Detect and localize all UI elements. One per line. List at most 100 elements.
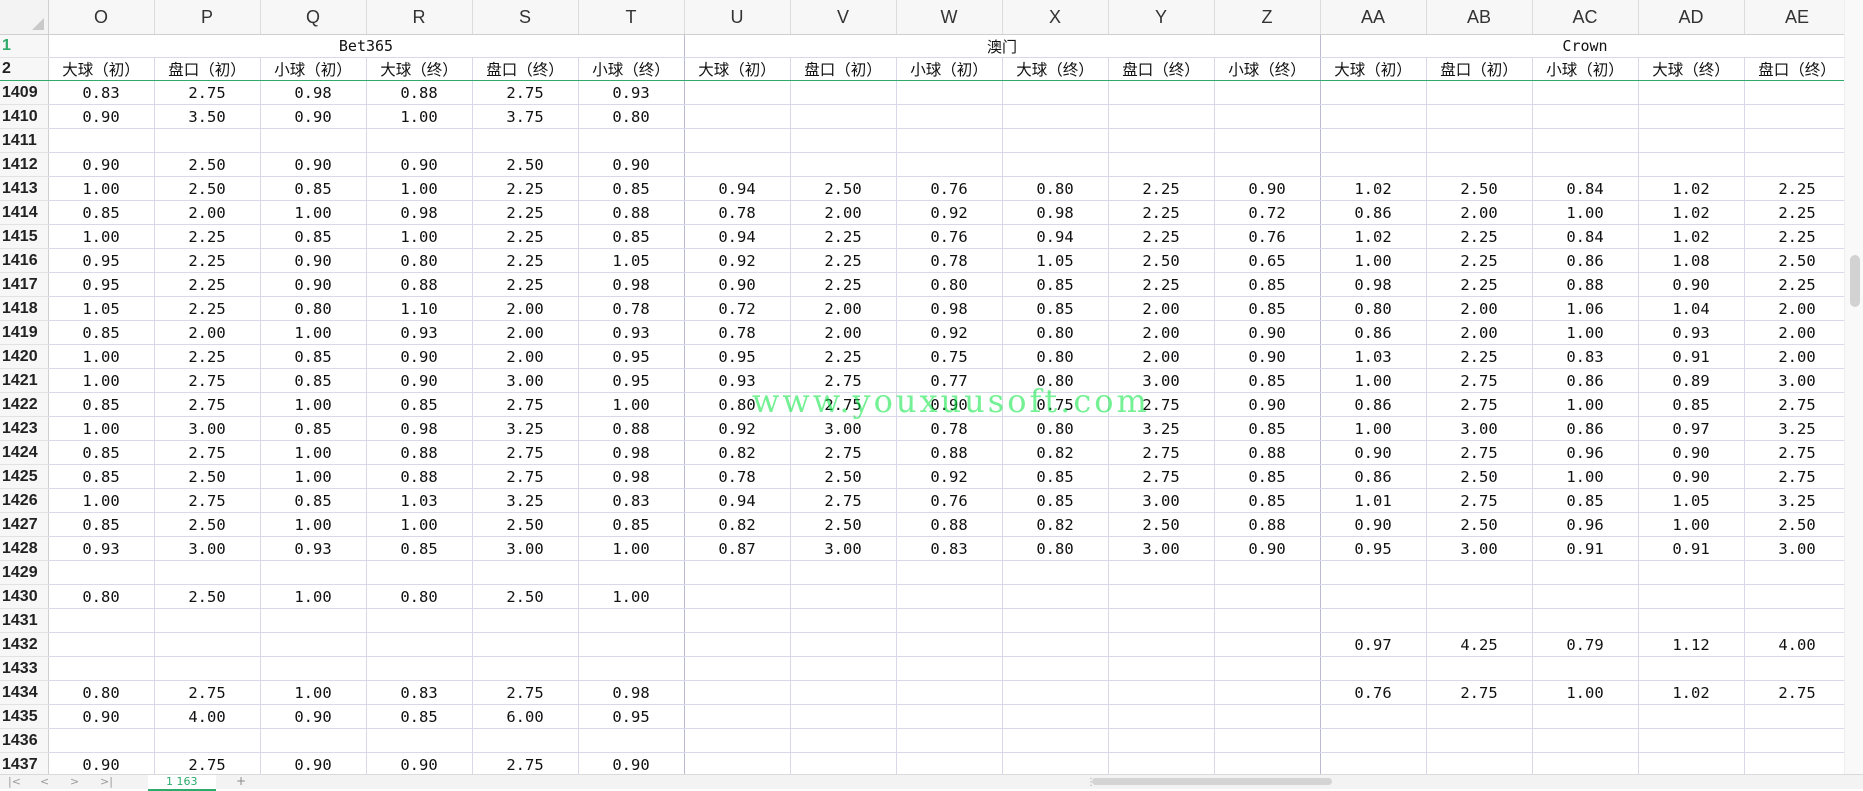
- data-cell[interactable]: 3.00: [1108, 536, 1215, 561]
- data-cell[interactable]: 2.50: [472, 152, 579, 177]
- data-cell[interactable]: 1.00: [1638, 512, 1745, 537]
- data-cell[interactable]: [1638, 560, 1745, 585]
- data-cell[interactable]: 0.84: [1532, 224, 1639, 249]
- column-header-ae[interactable]: AE: [1744, 0, 1845, 35]
- data-cell[interactable]: [790, 152, 897, 177]
- data-cell[interactable]: 0.87: [684, 536, 791, 561]
- data-cell[interactable]: 2.25: [1108, 272, 1215, 297]
- column-header-x[interactable]: X: [1002, 0, 1109, 35]
- data-cell[interactable]: [684, 656, 791, 681]
- data-cell[interactable]: 1.00: [1532, 680, 1639, 705]
- subheader-cell[interactable]: 盘口（终）: [1108, 57, 1215, 81]
- data-cell[interactable]: 0.80: [48, 584, 155, 609]
- subheader-cell[interactable]: 大球（终）: [1002, 57, 1109, 81]
- data-cell[interactable]: 3.00: [1744, 536, 1845, 561]
- data-cell[interactable]: 3.00: [1426, 416, 1533, 441]
- data-cell[interactable]: [1532, 128, 1639, 153]
- column-header-p[interactable]: P: [154, 0, 261, 35]
- data-cell[interactable]: 0.80: [1002, 176, 1109, 201]
- data-cell[interactable]: 1.00: [1320, 368, 1427, 393]
- data-cell[interactable]: 0.98: [366, 200, 473, 225]
- data-cell[interactable]: 1.08: [1638, 248, 1745, 273]
- row-header[interactable]: 1430: [0, 584, 49, 609]
- data-cell[interactable]: [260, 608, 367, 633]
- data-cell[interactable]: 2.75: [154, 752, 261, 774]
- data-cell[interactable]: 0.90: [48, 104, 155, 129]
- data-cell[interactable]: 2.75: [154, 392, 261, 417]
- data-cell[interactable]: [684, 704, 791, 729]
- data-cell[interactable]: [1108, 104, 1215, 129]
- data-cell[interactable]: [1002, 680, 1109, 705]
- data-cell[interactable]: 1.02: [1638, 176, 1745, 201]
- data-cell[interactable]: [1744, 752, 1845, 774]
- data-cell[interactable]: [1744, 728, 1845, 753]
- data-cell[interactable]: [1320, 560, 1427, 585]
- data-cell[interactable]: 2.25: [154, 296, 261, 321]
- data-cell[interactable]: [684, 128, 791, 153]
- data-cell[interactable]: 3.00: [472, 368, 579, 393]
- data-cell[interactable]: 0.98: [1320, 272, 1427, 297]
- data-cell[interactable]: [1214, 152, 1321, 177]
- data-cell[interactable]: 2.75: [472, 440, 579, 465]
- column-header-s[interactable]: S: [472, 0, 579, 35]
- data-cell[interactable]: 0.95: [684, 344, 791, 369]
- data-cell[interactable]: 1.00: [260, 512, 367, 537]
- row-header[interactable]: 1416: [0, 248, 49, 273]
- data-cell[interactable]: [260, 128, 367, 153]
- data-cell[interactable]: 2.25: [472, 176, 579, 201]
- data-cell[interactable]: 0.90: [366, 368, 473, 393]
- data-cell[interactable]: [1426, 704, 1533, 729]
- data-cell[interactable]: [896, 728, 1003, 753]
- data-cell[interactable]: [1320, 752, 1427, 774]
- data-cell[interactable]: [1214, 560, 1321, 585]
- data-cell[interactable]: 2.50: [1744, 512, 1845, 537]
- row-header[interactable]: 1411: [0, 128, 49, 153]
- data-cell[interactable]: [1214, 752, 1321, 774]
- data-cell[interactable]: [154, 128, 261, 153]
- data-cell[interactable]: 1.01: [1320, 488, 1427, 513]
- subheader-cell[interactable]: 小球（初）: [1532, 57, 1639, 81]
- select-all-corner[interactable]: [0, 0, 49, 35]
- data-cell[interactable]: 1.02: [1638, 200, 1745, 225]
- data-cell[interactable]: 0.85: [1532, 488, 1639, 513]
- data-cell[interactable]: 2.25: [1108, 224, 1215, 249]
- data-cell[interactable]: 0.85: [1002, 464, 1109, 489]
- data-cell[interactable]: 0.83: [48, 80, 155, 105]
- data-cell[interactable]: 0.78: [578, 296, 685, 321]
- data-cell[interactable]: 2.50: [154, 152, 261, 177]
- data-cell[interactable]: [1108, 752, 1215, 774]
- subheader-cell[interactable]: 盘口（初）: [790, 57, 897, 81]
- data-cell[interactable]: 0.65: [1214, 248, 1321, 273]
- data-cell[interactable]: 0.98: [578, 464, 685, 489]
- data-cell[interactable]: [1214, 656, 1321, 681]
- data-cell[interactable]: 0.85: [1214, 416, 1321, 441]
- data-cell[interactable]: 2.75: [1744, 440, 1845, 465]
- data-cell[interactable]: 0.90: [1638, 440, 1745, 465]
- data-cell[interactable]: 2.25: [1108, 176, 1215, 201]
- data-cell[interactable]: [1426, 752, 1533, 774]
- data-cell[interactable]: 0.90: [366, 752, 473, 774]
- data-cell[interactable]: [1214, 608, 1321, 633]
- data-cell[interactable]: [684, 80, 791, 105]
- data-cell[interactable]: [578, 728, 685, 753]
- data-cell[interactable]: 0.85: [578, 176, 685, 201]
- row-header[interactable]: 1428: [0, 536, 49, 561]
- data-cell[interactable]: [366, 128, 473, 153]
- data-cell[interactable]: 2.00: [1426, 320, 1533, 345]
- data-cell[interactable]: [578, 608, 685, 633]
- data-cell[interactable]: [896, 152, 1003, 177]
- data-cell[interactable]: 2.50: [154, 176, 261, 201]
- data-cell[interactable]: 0.83: [896, 536, 1003, 561]
- data-cell[interactable]: 2.00: [1426, 200, 1533, 225]
- data-cell[interactable]: 2.50: [1108, 248, 1215, 273]
- data-cell[interactable]: 0.78: [684, 320, 791, 345]
- data-cell[interactable]: 3.25: [472, 416, 579, 441]
- data-cell[interactable]: [366, 608, 473, 633]
- data-cell[interactable]: [1320, 152, 1427, 177]
- data-cell[interactable]: 0.80: [1002, 320, 1109, 345]
- data-cell[interactable]: [1320, 80, 1427, 105]
- row-header[interactable]: 2: [0, 57, 49, 81]
- data-cell[interactable]: 0.85: [578, 224, 685, 249]
- data-cell[interactable]: 1.00: [48, 176, 155, 201]
- column-header-o[interactable]: O: [48, 0, 155, 35]
